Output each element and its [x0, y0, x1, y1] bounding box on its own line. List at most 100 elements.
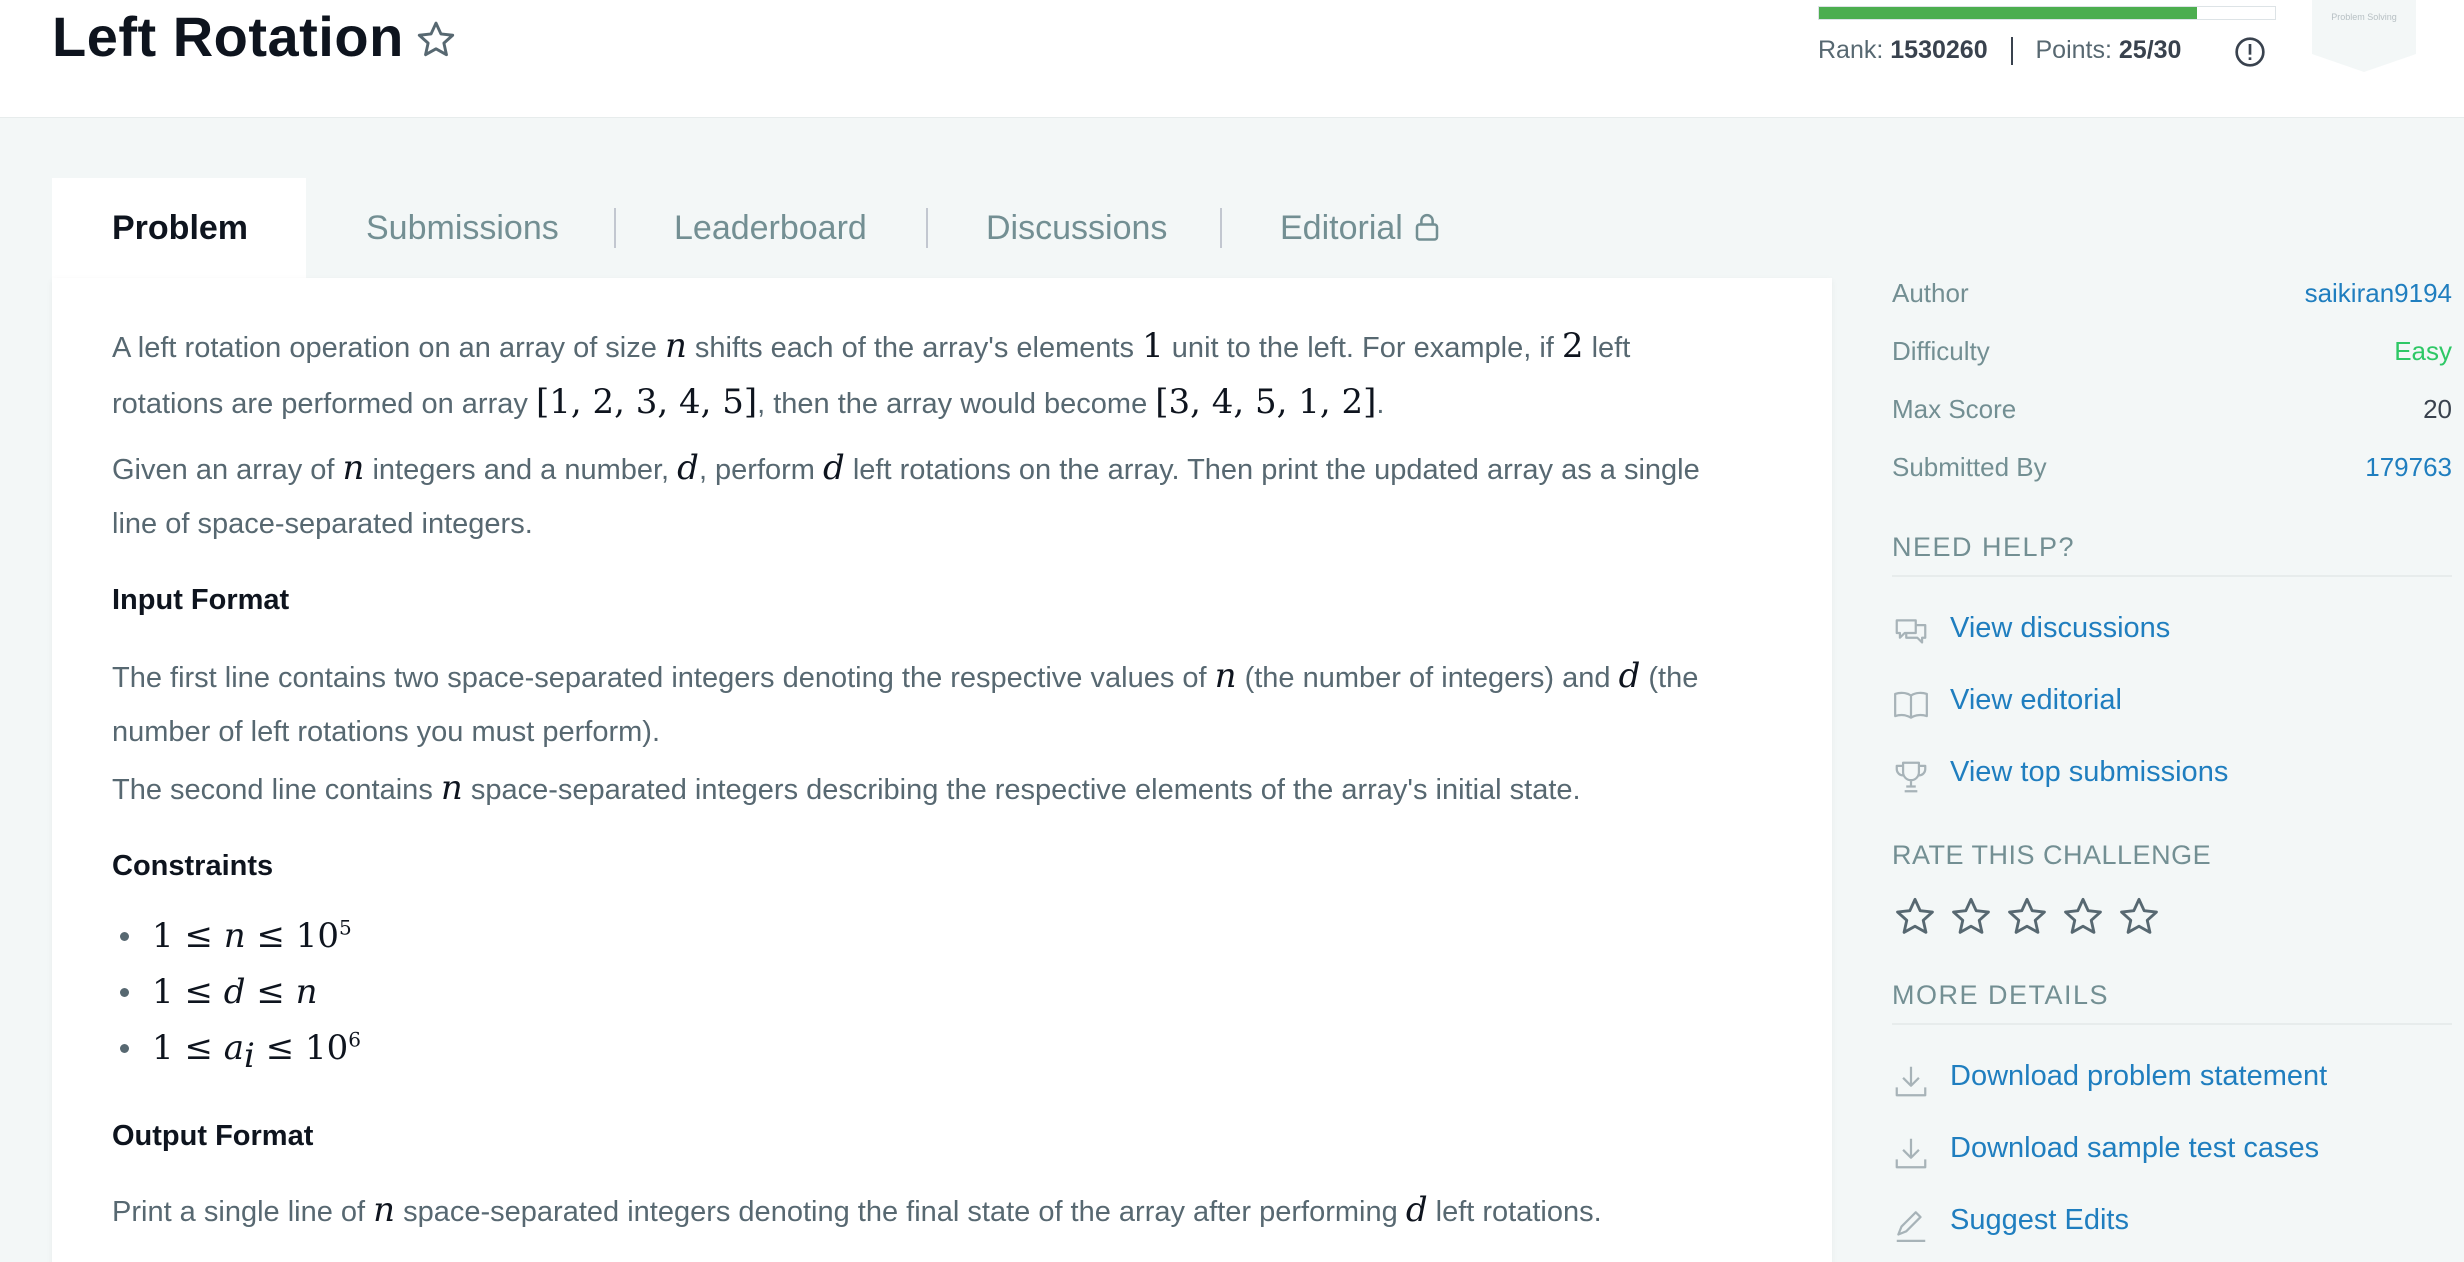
text: ≤ 10 — [245, 916, 340, 956]
tab-editorial[interactable]: Editorial — [1220, 178, 1502, 278]
math-var: n — [342, 448, 365, 488]
constraint-3: 1 ≤ ai ≤ 106 — [152, 1020, 361, 1076]
constraint-2: 1 ≤ d ≤ n — [152, 964, 318, 1020]
exponent: 6 — [348, 1027, 362, 1052]
text: A left rotation operation on an array of… — [112, 332, 665, 364]
lock-icon — [1416, 213, 1439, 241]
author-link[interactable]: saikiran9194 — [2305, 278, 2452, 309]
rating-star-icon[interactable] — [2060, 894, 2106, 940]
math-array-after: [3, 4, 5, 1, 2] — [1155, 382, 1377, 422]
rating-star-icon[interactable] — [2116, 894, 2162, 940]
progress-bar-fill — [1819, 7, 2198, 19]
math-var: a — [223, 1028, 245, 1068]
rating-star-icon[interactable] — [2004, 894, 2050, 940]
view-discussions-label: View discussions — [1950, 612, 2171, 644]
text: space-separated integers denoting the fi… — [395, 1196, 1406, 1228]
download-statement-label: Download problem statement — [1950, 1060, 2328, 1092]
download-icon — [1895, 1138, 1927, 1169]
text: shifts each of the array's elements — [686, 332, 1143, 364]
more-details-heading: MORE DETAILS — [1892, 980, 2452, 1025]
author-row: Author saikiran9194 — [1892, 278, 2452, 318]
rating-star-icon[interactable] — [1948, 894, 1994, 940]
text: Given an array of — [112, 454, 343, 486]
math-array-before: [1, 2, 3, 4, 5] — [535, 382, 758, 422]
tab-leaderboard[interactable]: Leaderboard — [614, 178, 927, 278]
paragraph-task-line1: Given an array of n integers and a numbe… — [112, 440, 1772, 498]
pencil-icon — [1896, 1211, 1926, 1242]
difficulty-value: Easy — [2394, 336, 2452, 366]
text: left — [1583, 332, 1631, 364]
input-line1: The first line contains two space-separa… — [112, 648, 1772, 706]
exponent: 5 — [339, 915, 352, 940]
info-icon[interactable] — [2234, 36, 2266, 68]
subscript: i — [244, 1035, 255, 1076]
tab-discussions[interactable]: Discussions — [926, 178, 1227, 278]
submitted-by-link[interactable]: 179763 — [2365, 452, 2452, 483]
progress-bar — [1818, 6, 2276, 20]
tab-editorial-label: Editorial — [1280, 209, 1403, 247]
problem-card: A left rotation operation on an array of… — [52, 278, 1832, 1262]
max-score-value: 20 — [2423, 394, 2452, 424]
author-label: Author — [1892, 278, 1969, 308]
output-format-heading: Output Format — [112, 1120, 314, 1152]
rate-challenge-heading: RATE THIS CHALLENGE — [1892, 840, 2212, 870]
badge-icon[interactable]: Problem Solving — [2312, 0, 2416, 72]
text: 1 ≤ — [152, 972, 224, 1012]
text: 1 ≤ — [152, 916, 224, 956]
text: Print a single line of — [112, 1196, 374, 1228]
tab-submissions[interactable]: Submissions — [306, 178, 619, 278]
constraints-list: 1 ≤ n ≤ 105 1 ≤ d ≤ n 1 ≤ ai ≤ 106 — [112, 908, 912, 1076]
page-header: Left Rotation Rank: 1530260 Points: 25/3… — [0, 0, 2464, 118]
list-item: 1 ≤ n ≤ 105 — [112, 908, 912, 964]
text: The first line contains two space-separa… — [112, 662, 1215, 694]
paragraph-task-line2: line of space-separated integers. — [112, 508, 533, 540]
bullet — [120, 1044, 129, 1053]
text: unit to the left. For example, if — [1163, 332, 1562, 364]
math-var: d — [1618, 656, 1641, 696]
text: , perform — [698, 454, 824, 486]
input-line2: number of left rotations you must perfor… — [112, 716, 660, 748]
math-var: n — [440, 768, 463, 808]
max-score-label: Max Score — [1892, 394, 2017, 424]
text: (the number of integers) and — [1236, 662, 1619, 694]
problem-tabs: Problem Submissions Leaderboard Discussi… — [52, 178, 1832, 278]
download-tests-label: Download sample test cases — [1950, 1132, 2320, 1164]
submitted-by-label: Submitted By — [1892, 452, 2047, 482]
paragraph-intro-line2: rotations are performed on array [1, 2, … — [112, 374, 1772, 432]
download-icon — [1895, 1066, 1927, 1097]
rank-label: Rank: — [1818, 36, 1884, 64]
rank-points: Rank: 1530260 Points: 25/30 — [1818, 36, 2182, 66]
math-num: 2 — [1561, 326, 1584, 366]
rating-star-icon[interactable] — [1892, 894, 1938, 940]
output-line: Print a single line of n space-separated… — [112, 1182, 1772, 1240]
book-icon — [1894, 691, 1928, 719]
divider — [2010, 37, 2013, 66]
text: (the — [1640, 662, 1699, 694]
badge-label: Problem Solving — [2331, 12, 2397, 22]
paragraph-intro-line1: A left rotation operation on an array of… — [112, 318, 1772, 376]
text: left rotations. — [1427, 1196, 1602, 1228]
need-help-heading: NEED HELP? — [1892, 532, 2452, 577]
text: The second line contains — [112, 774, 441, 806]
text: ≤ 10 — [254, 1028, 349, 1068]
points-value: 25/30 — [2118, 36, 2182, 64]
points-label: Points: — [2035, 36, 2112, 64]
tab-problem[interactable]: Problem — [52, 178, 306, 278]
constraint-1: 1 ≤ n ≤ 105 — [152, 908, 352, 964]
math-var: n — [664, 326, 687, 366]
page-title: Left Rotation — [52, 5, 404, 68]
bullet — [120, 988, 129, 997]
bookmark-star-icon[interactable] — [414, 18, 458, 62]
rating-stars — [1892, 894, 2192, 942]
suggest-edits-label: Suggest Edits — [1950, 1204, 2129, 1236]
constraints-heading: Constraints — [112, 850, 274, 882]
view-editorial-label: View editorial — [1950, 684, 2122, 716]
text: . — [1376, 388, 1385, 420]
submitted-by-row: Submitted By 179763 — [1892, 452, 2452, 492]
max-score-row: Max Score 20 — [1892, 394, 2452, 434]
math-var: d — [1405, 1190, 1428, 1230]
bullet — [120, 932, 129, 941]
chat-icon — [1895, 619, 1927, 644]
text: space-separated integers describing the … — [462, 774, 1581, 806]
list-item: 1 ≤ ai ≤ 106 — [112, 1020, 912, 1076]
